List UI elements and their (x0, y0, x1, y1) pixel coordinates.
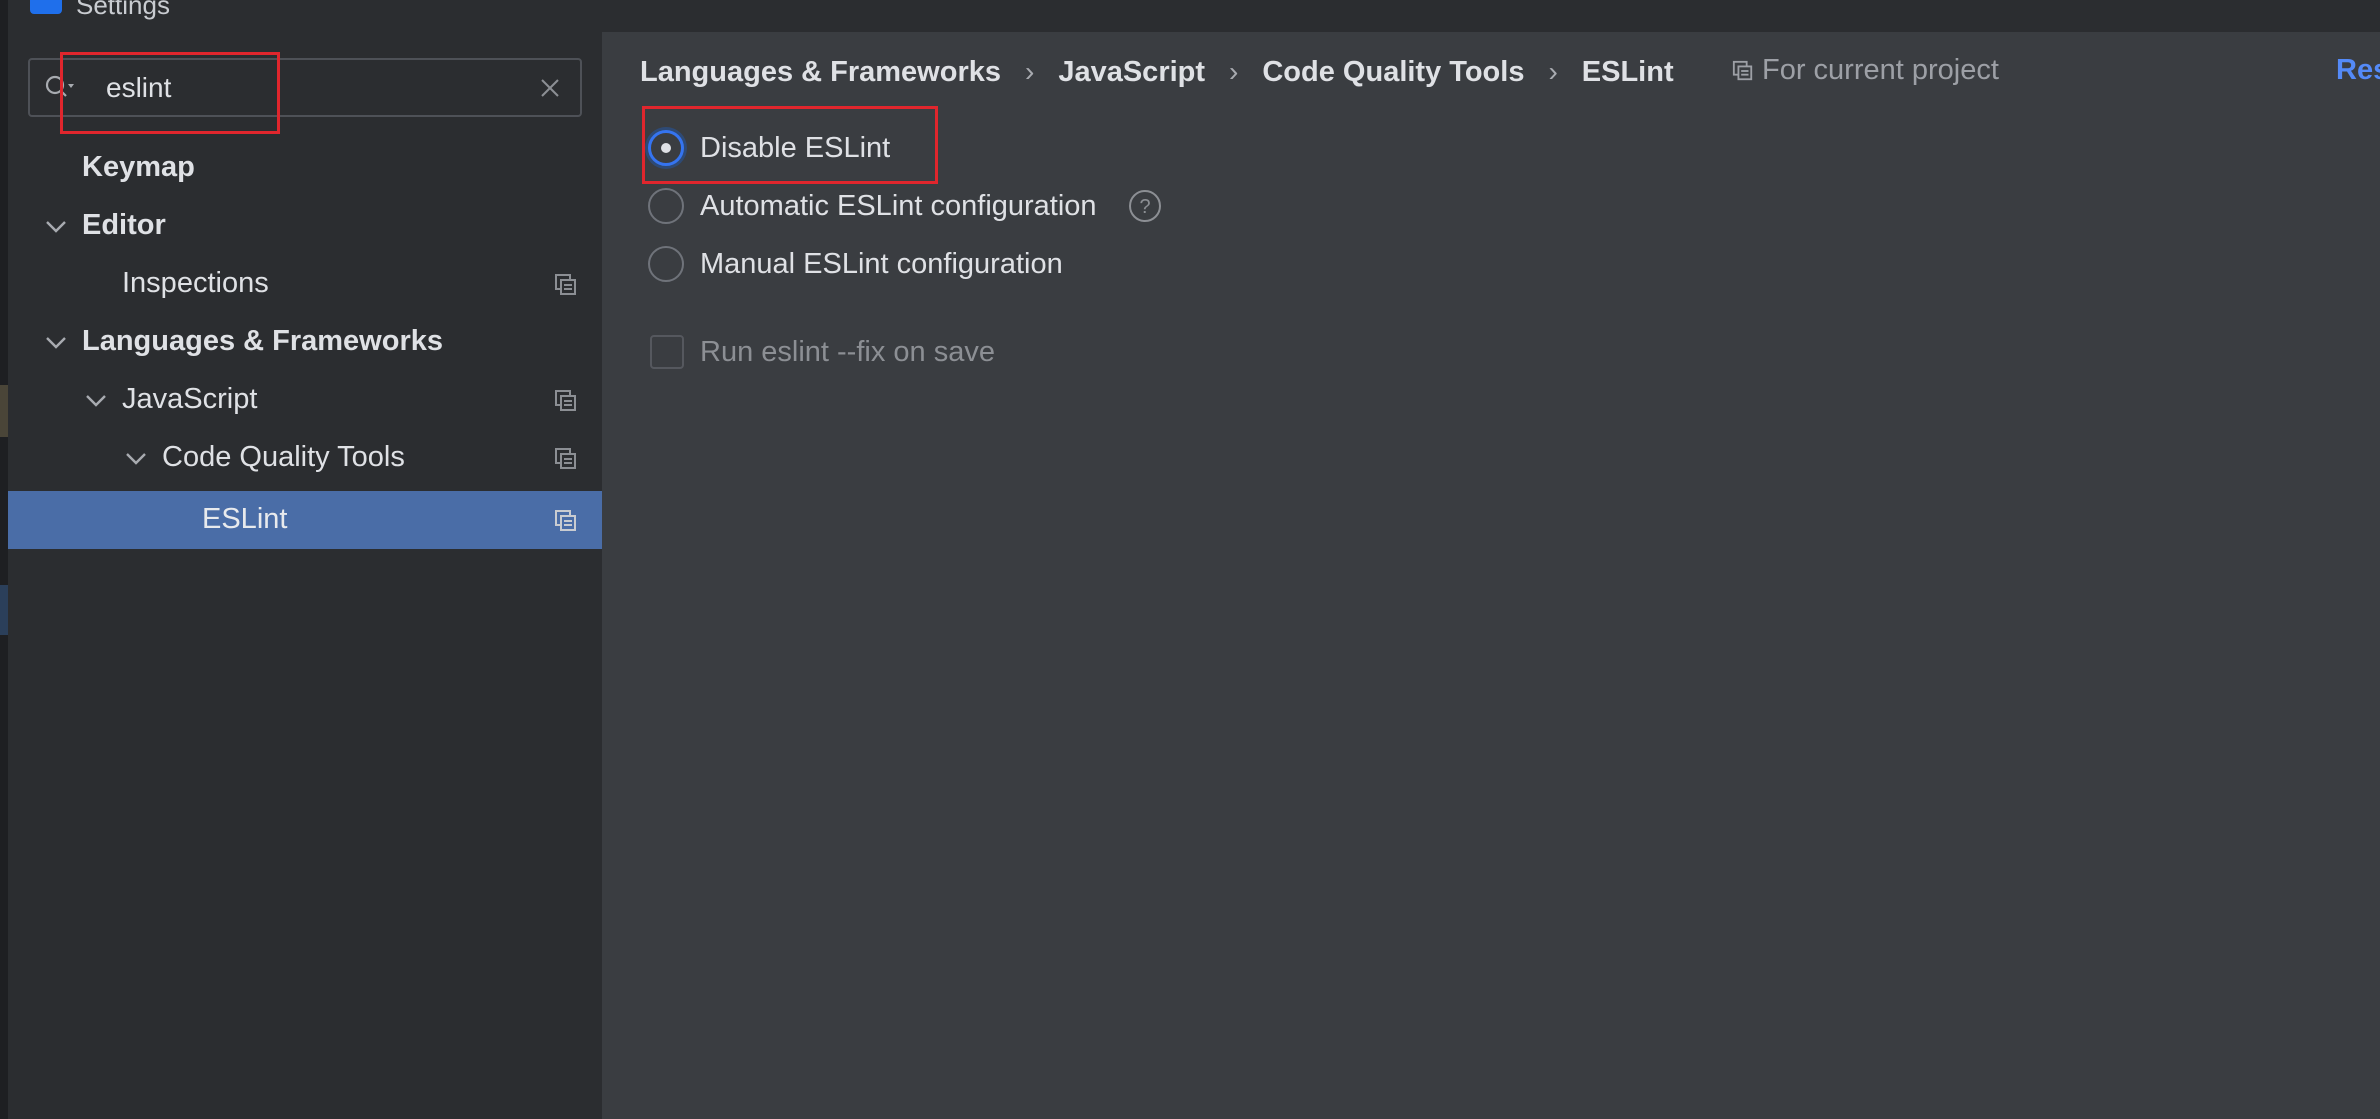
breadcrumb: Languages & Frameworks › JavaScript › Co… (640, 52, 1674, 92)
edge-marker (0, 585, 8, 635)
breadcrumb-item[interactable]: JavaScript (1058, 56, 1205, 89)
reset-link[interactable]: Res (2336, 54, 2380, 87)
title-bar: Settings (8, 0, 2380, 32)
chevron-down-icon[interactable] (122, 444, 150, 472)
fix-on-save-checkbox-row: Run eslint --fix on save (650, 330, 995, 374)
scope-label: For current project (1762, 54, 1999, 86)
breadcrumb-item[interactable]: Languages & Frameworks (640, 56, 1001, 89)
annotation-highlight-box (60, 52, 280, 134)
breadcrumb-separator: › (1548, 56, 1558, 87)
sidebar-item-label: Editor (82, 209, 166, 241)
sidebar-item-inspections[interactable]: Inspections (8, 255, 602, 313)
radio-label[interactable]: Automatic ESLint configuration (700, 190, 1097, 223)
settings-sidebar: eslint Keymap Editor Inspections Languag… (8, 32, 602, 1119)
sidebar-item-editor[interactable]: Editor (8, 197, 602, 255)
sidebar-item-label: Keymap (82, 151, 195, 183)
clear-icon[interactable] (538, 76, 562, 100)
radio-label[interactable]: Manual ESLint configuration (700, 248, 1063, 281)
fix-on-save-checkbox (650, 335, 684, 369)
app-logo-icon (30, 0, 62, 14)
help-icon[interactable]: ? (1127, 188, 1163, 224)
sidebar-item-label: Inspections (122, 267, 269, 299)
sidebar-item-label: JavaScript (122, 383, 258, 415)
svg-text:?: ? (1139, 196, 1150, 218)
project-scope-icon (1732, 60, 1753, 80)
radio-manual-eslint[interactable]: Manual ESLint configuration (648, 242, 1063, 286)
sidebar-item-label: Code Quality Tools (162, 441, 405, 473)
chevron-down-icon[interactable] (42, 328, 70, 356)
sidebar-item-keymap[interactable]: Keymap (8, 139, 602, 197)
breadcrumb-item[interactable]: Code Quality Tools (1262, 56, 1524, 89)
sidebar-item-label: Languages & Frameworks (82, 325, 443, 357)
sidebar-item-eslint[interactable]: ESLint (8, 491, 602, 549)
checkbox-label: Run eslint --fix on save (700, 335, 995, 368)
sidebar-item-javascript[interactable]: JavaScript (8, 371, 602, 429)
radio-automatic-eslint[interactable]: Automatic ESLint configuration ? (648, 184, 1163, 228)
breadcrumb-separator: › (1229, 56, 1239, 87)
edge-marker (0, 385, 8, 437)
chevron-down-icon[interactable] (42, 212, 70, 240)
annotation-highlight-box (642, 106, 938, 184)
project-scope-icon (555, 274, 576, 295)
breadcrumb-item: ESLint (1581, 55, 1674, 88)
scope-indicator: For current project (1732, 54, 1999, 87)
sidebar-item-code-quality-tools[interactable]: Code Quality Tools (8, 429, 602, 487)
sidebar-item-languages-frameworks[interactable]: Languages & Frameworks (8, 313, 602, 371)
chevron-down-icon[interactable] (82, 386, 110, 414)
project-scope-icon (555, 448, 576, 469)
project-scope-icon (555, 510, 576, 531)
radio-button[interactable] (648, 188, 684, 224)
radio-button[interactable] (648, 246, 684, 282)
breadcrumb-separator: › (1025, 56, 1035, 87)
settings-content-panel: Languages & Frameworks › JavaScript › Co… (602, 32, 2380, 1119)
project-scope-icon (555, 390, 576, 411)
sidebar-item-label: ESLint (202, 503, 288, 535)
window-title: Settings (76, 0, 170, 20)
left-window-edge (0, 0, 8, 1119)
